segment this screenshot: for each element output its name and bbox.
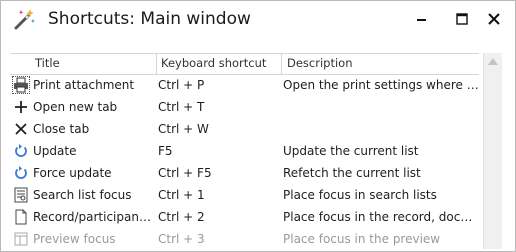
close-x-icon <box>13 121 29 137</box>
close-button[interactable] <box>479 5 509 33</box>
plus-icon <box>13 99 29 115</box>
table-row[interactable]: Print attachment Ctrl + P Open the print… <box>11 75 479 97</box>
row-description: Open the print settings where you... <box>283 78 479 92</box>
row-title: Search list focus <box>33 188 132 202</box>
maximize-icon <box>456 13 468 25</box>
minimize-icon <box>417 19 426 21</box>
row-title: Preview focus <box>33 232 116 246</box>
table-header: Title Keyboard shortcut Description <box>11 53 479 75</box>
chevron-up-icon <box>488 58 498 65</box>
row-title: Close tab <box>33 122 90 136</box>
minimize-button[interactable] <box>407 5 437 33</box>
row-shortcut: Ctrl + P <box>158 78 205 92</box>
refresh-icon <box>13 165 29 181</box>
title-bar: Shortcuts: Main window <box>1 1 515 39</box>
print-icon <box>12 76 30 94</box>
table-row[interactable]: Preview focus Ctrl + 3 Place focus in th… <box>11 229 479 249</box>
column-header-shortcut[interactable]: Keyboard shortcut <box>161 56 266 70</box>
magic-wand-icon <box>11 8 37 32</box>
row-shortcut: Ctrl + W <box>158 122 209 136</box>
shortcuts-window: Shortcuts: Main window Title Keyboard sh… <box>0 0 516 252</box>
row-shortcut: Ctrl + 1 <box>158 188 205 202</box>
column-divider[interactable] <box>156 54 157 74</box>
document-icon <box>13 209 29 225</box>
row-shortcut: Ctrl + F5 <box>158 166 212 180</box>
table-row[interactable]: Record/participant f... Ctrl + 2 Place f… <box>11 207 479 229</box>
row-title: Update <box>33 144 77 158</box>
list-search-icon <box>13 187 29 203</box>
vertical-scrollbar[interactable] <box>483 53 502 249</box>
row-description: Place focus in the record, documen... <box>283 210 479 224</box>
row-shortcut: Ctrl + T <box>158 100 205 114</box>
table-row[interactable]: Search list focus Ctrl + 1 Place focus i… <box>11 185 479 207</box>
column-header-title[interactable]: Title <box>35 56 60 70</box>
row-title: Force update <box>33 166 112 180</box>
row-shortcut: F5 <box>158 144 173 158</box>
maximize-button[interactable] <box>447 5 477 33</box>
column-header-description[interactable]: Description <box>287 56 353 70</box>
row-description: Refetch the current list <box>283 166 421 180</box>
preview-icon <box>13 231 29 247</box>
row-title: Print attachment <box>33 78 135 92</box>
row-description: Place focus in search lists <box>283 188 437 202</box>
table-row[interactable]: Close tab Ctrl + W <box>11 119 479 141</box>
column-divider[interactable] <box>281 54 282 74</box>
scroll-up-button[interactable] <box>484 53 502 70</box>
refresh-icon <box>13 143 29 159</box>
row-shortcut: Ctrl + 3 <box>158 232 205 246</box>
window-title: Shortcuts: Main window <box>48 9 251 29</box>
row-title: Open new tab <box>33 100 118 114</box>
row-shortcut: Ctrl + 2 <box>158 210 205 224</box>
row-description: Update the current list <box>283 144 419 158</box>
close-icon <box>488 13 500 25</box>
table-row[interactable]: Open new tab Ctrl + T <box>11 97 479 119</box>
table-row[interactable]: Force update Ctrl + F5 Refetch the curre… <box>11 163 479 185</box>
table-row[interactable]: Update F5 Update the current list <box>11 141 479 163</box>
row-title: Record/participant f... <box>33 210 155 224</box>
row-description: Place focus in the preview <box>283 232 441 246</box>
shortcuts-table: Title Keyboard shortcut Description Prin… <box>11 53 479 249</box>
